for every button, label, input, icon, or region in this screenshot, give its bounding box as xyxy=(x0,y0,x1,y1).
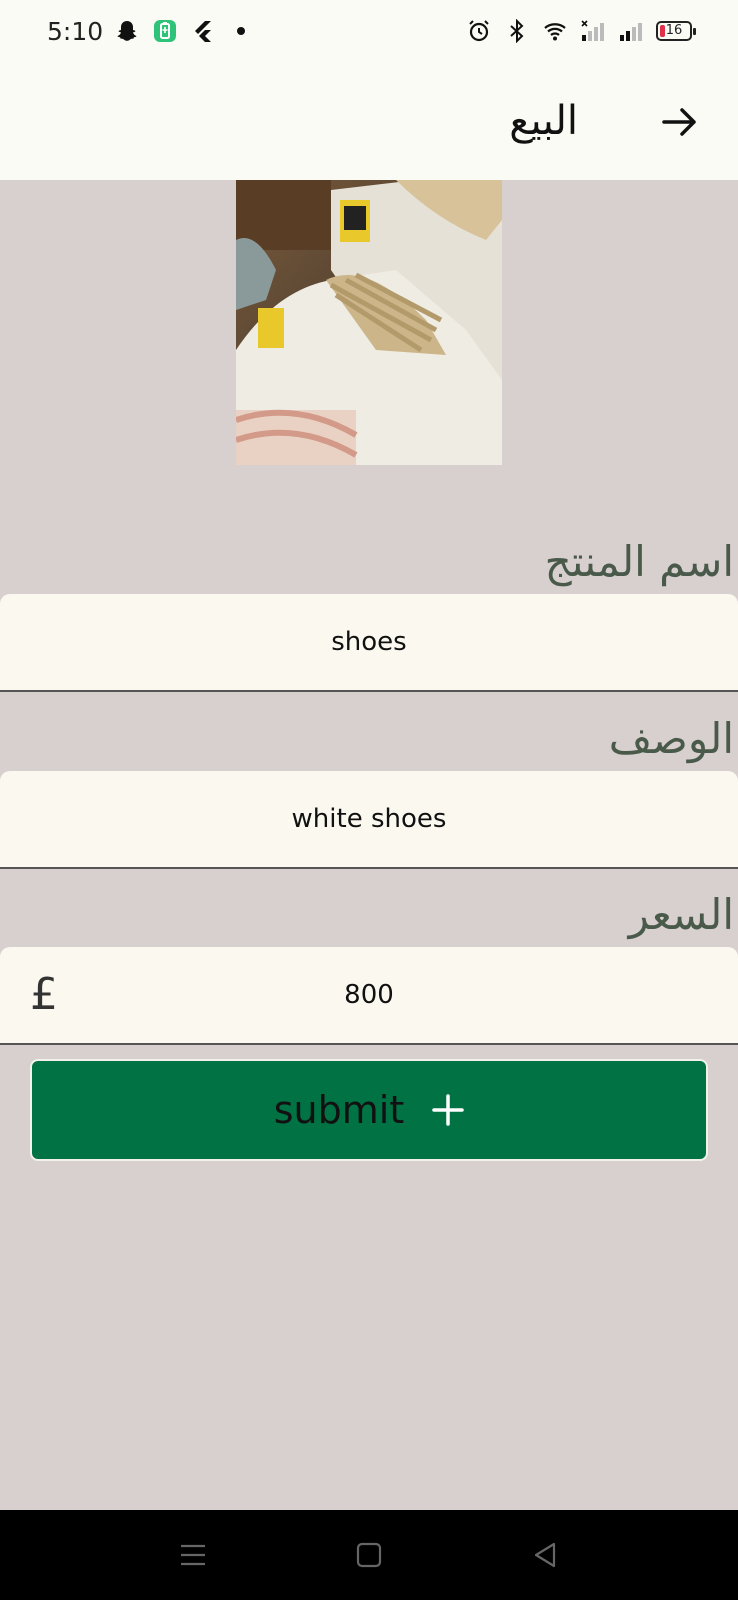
alarm-icon xyxy=(466,18,492,44)
description-label: الوصف xyxy=(608,714,734,763)
status-left-icons xyxy=(114,18,254,44)
dot-icon xyxy=(228,18,254,44)
signal-icon xyxy=(580,18,606,44)
page-title: البيع xyxy=(509,98,578,144)
home-button[interactable] xyxy=(354,1540,384,1570)
submit-button[interactable]: submit xyxy=(30,1059,708,1161)
app-bar: البيع xyxy=(0,64,738,180)
description-field[interactable]: white shoes xyxy=(0,771,738,869)
submit-label: submit xyxy=(273,1088,405,1132)
flutter-icon xyxy=(190,18,216,44)
menu-icon xyxy=(181,1544,205,1566)
status-right-icons: 16 xyxy=(466,18,696,44)
name-input[interactable]: shoes xyxy=(0,594,738,690)
battery-saver-icon xyxy=(152,18,178,44)
arrow-right-icon xyxy=(662,108,696,136)
back-triangle-icon xyxy=(534,1542,556,1568)
name-field[interactable]: shoes xyxy=(0,594,738,692)
product-photo xyxy=(236,180,502,465)
home-square-icon xyxy=(356,1542,382,1568)
price-label: السعر xyxy=(628,890,734,939)
plus-icon xyxy=(432,1094,464,1126)
wifi-icon xyxy=(542,18,568,44)
menu-button[interactable] xyxy=(178,1540,208,1570)
battery-level: 16 xyxy=(665,23,683,38)
bluetooth-icon xyxy=(504,18,530,44)
pound-currency-icon: £ xyxy=(30,969,58,1020)
description-input[interactable]: white shoes xyxy=(0,771,738,867)
back-button[interactable] xyxy=(658,100,702,144)
signal-icon xyxy=(618,18,644,44)
name-label: اسم المنتج xyxy=(544,537,734,586)
system-nav-bar xyxy=(0,1510,738,1600)
product-image[interactable] xyxy=(236,180,502,465)
battery-icon: 16 xyxy=(656,21,696,41)
price-field[interactable]: £ 800 xyxy=(0,947,738,1045)
status-time: 5:10 xyxy=(47,17,104,46)
price-input[interactable]: 800 xyxy=(100,947,638,1043)
status-bar: 5:10 16 xyxy=(0,0,738,64)
back-nav-button[interactable] xyxy=(530,1540,560,1570)
snapchat-icon xyxy=(114,18,140,44)
